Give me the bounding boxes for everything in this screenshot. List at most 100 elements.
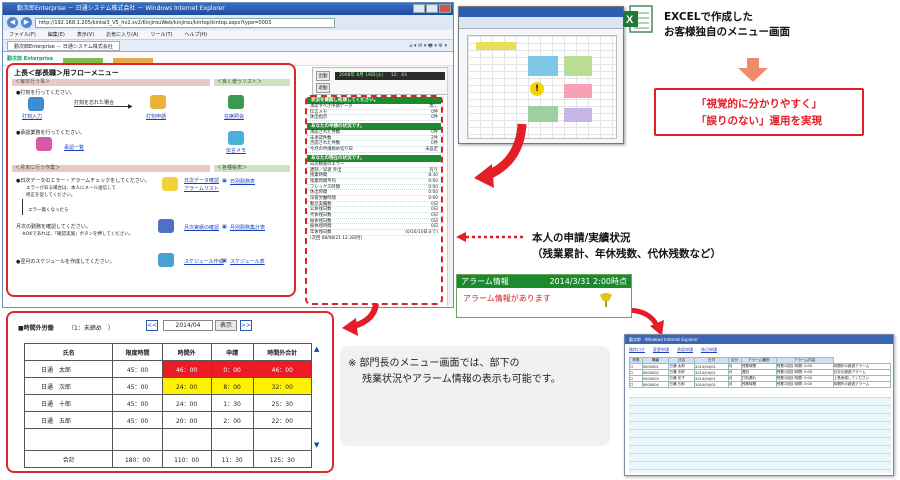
overtime-cell: 45：00	[112, 377, 163, 395]
daily-band: ＜毎日行う事＞	[12, 79, 210, 86]
next-month-button[interactable]: >>	[240, 320, 252, 331]
excel-menu-block	[476, 42, 516, 50]
close-button[interactable]	[439, 4, 451, 13]
overtime-title: ■時間外労働	[18, 325, 54, 332]
prev-month-button[interactable]: <<	[146, 320, 158, 331]
curved-arrow-icon	[474, 123, 527, 188]
forward-icon[interactable]: ▶	[21, 17, 32, 28]
step2-link[interactable]: 承認一覧	[64, 144, 84, 151]
overtime-header-cell: 時間外合計	[252, 343, 313, 361]
excel-caption: EXCELで作成した お客様独自のメニュー画面	[664, 10, 844, 40]
mini-link[interactable]: 変更申請	[653, 347, 669, 353]
attendance-board-icon[interactable]	[228, 95, 244, 109]
month-field[interactable]: 2014/04	[163, 320, 213, 331]
toolbar-icons[interactable]: ⌂ ▾ ✉ ▾ 🖶 ▾ ⚙ ▾	[409, 40, 447, 52]
fav-memo[interactable]: 伝言メモ	[226, 147, 246, 154]
fav-monthly-report[interactable]: 月別勤務集計表	[230, 224, 265, 231]
browser-tab[interactable]: 勤次郎Enterprise － 日通システム株式会社	[7, 41, 120, 51]
maximize-button[interactable]	[426, 4, 438, 13]
benefit-line2: 「誤りのない」運用を実現	[696, 115, 822, 127]
clock-request-icon[interactable]	[150, 95, 166, 109]
overtime-total-row: 合計 180：00 110：00 11：30 125：30	[23, 450, 313, 468]
excel-menu-block	[564, 84, 592, 98]
mini-link[interactable]: 承認申請	[677, 347, 693, 353]
overtime-total-cell: 11：30	[210, 450, 254, 468]
excel-menu-block	[564, 108, 592, 122]
status-header-3: あなたの現在の状況です。	[307, 154, 441, 162]
overtime-cell: 0：00	[210, 360, 254, 378]
menu-favorites[interactable]: お気に入り(A)	[106, 30, 138, 39]
dept-note-line2: 残業状況やアラーム情報の表示も可能です。	[362, 374, 561, 385]
status-row-value: (0/16/10日まで)	[405, 230, 438, 236]
alarm-message[interactable]: アラーム情報があります	[463, 294, 551, 303]
memo-icon[interactable]	[228, 131, 244, 145]
menu-help[interactable]: ヘルプ(H)	[184, 30, 207, 39]
alarm-bell-icon[interactable]	[597, 291, 615, 309]
fav-daily-report[interactable]: 日別勤務表	[230, 178, 255, 185]
approval-icon[interactable]	[36, 137, 52, 151]
monthly-band: ＜月末に行う作業＞	[12, 165, 210, 172]
step4-text: 月次の勤務を確認してください。	[16, 224, 91, 230]
overtime-cell: 8：00	[210, 377, 254, 395]
step1-text: ●打刻を行ってください。	[16, 90, 75, 96]
overtime-row: 日通 太郎 45：00 46：00 0：00 46：00	[23, 360, 313, 378]
mini-table: 状態 職番 氏名 日付 区分 アラーム種別 アラーム内容 ☐ 0000001 日通 太郎 2014…	[629, 357, 891, 388]
step3-link2[interactable]: アラームリスト	[184, 185, 219, 192]
mini-row-checkbox[interactable]: ☐	[629, 381, 643, 388]
scrollbar[interactable]	[447, 66, 453, 306]
alarm-datetime: 2014/3/31 2:00時点	[549, 277, 627, 286]
step2-text: ●承認業務を行ってください。	[16, 130, 85, 136]
favorites-band: ＜良く使うリスト＞	[214, 79, 290, 86]
menu-tools[interactable]: ツール(T)	[151, 30, 173, 39]
step3-sub2: 修正を促してください。	[26, 193, 76, 198]
schedule-icon[interactable]	[158, 253, 174, 267]
step4-link[interactable]: 月次実績の確認	[184, 224, 219, 231]
menu-file[interactable]: ファイル(F)	[9, 30, 36, 39]
status-row-label: 振休残時間	[310, 224, 332, 230]
status-row: 休出指示 0件	[307, 115, 441, 122]
status-row-value: 0件	[430, 109, 438, 115]
clock-in-icon[interactable]	[28, 97, 44, 111]
status-row-value: 0日	[430, 224, 438, 230]
scroll-up-icon[interactable]: ▲	[314, 345, 319, 353]
mini-row[interactable]: ☐ 0000004 日通 五郎 2014/04/01 月残業時間 残業1回目 時間: 0:…	[629, 381, 891, 388]
step5-link[interactable]: スケジュール作成	[184, 258, 224, 265]
step1-note: 打刻を忘れた場合	[74, 100, 115, 106]
clock-in-button[interactable]: 出勤	[316, 71, 330, 81]
mini-link[interactable]: 休日申請	[701, 347, 717, 353]
overtime-row: 日通 十郎 45：00 24：00 1：30 25：30	[23, 394, 313, 412]
scroll-down-icon[interactable]: ▼	[314, 441, 319, 449]
status-header-1: 状況を確認し処理してください。	[307, 97, 441, 104]
step1-link2[interactable]: 打刻申請	[146, 113, 166, 120]
department-note: ※ 部門長のメニュー画面では、部下の 残業状況やアラーム情報の表示も可能です。	[340, 346, 610, 446]
minimize-button[interactable]	[413, 4, 425, 13]
flow-arrow-head: ▶	[128, 103, 133, 110]
menu-edit[interactable]: 編集(E)	[48, 30, 65, 39]
monthly-check-icon[interactable]	[158, 219, 174, 233]
overtime-header-cell: 限度時間	[112, 343, 163, 361]
status-note-line2: （残業累計、年休残数、代休残数など）	[532, 248, 721, 260]
step3-link[interactable]: 日次データ確認	[184, 177, 219, 184]
overtime-empty-cell	[161, 428, 212, 451]
fav-attendance[interactable]: 在席照会	[224, 113, 244, 120]
status-row-label: 承認すべき申請データ	[310, 104, 353, 109]
clock-out-button[interactable]: 退勤	[316, 83, 330, 93]
overtime-empty-cell	[210, 428, 254, 451]
overtime-header-row: 氏名 限度時間 時間外 申請 時間外合計	[23, 343, 313, 361]
status-row-value: 0日	[430, 207, 438, 213]
status-row-label: 公休残日数	[310, 207, 332, 213]
mini-cell: 月	[727, 381, 742, 388]
status-row-label: 残業時間	[310, 173, 328, 179]
mini-table-body: ☐ 0000001 日通 太郎 2014/04/01 月残業時間 残業1回目 時間: 0:…	[629, 363, 891, 388]
alert-icon: !	[530, 82, 544, 96]
fav-schedule[interactable]: スケジュール表	[230, 258, 265, 265]
menu-view[interactable]: 表示(V)	[77, 30, 94, 39]
status-group-3: 日次精査のエラー 遅刻／早退 外出 有り 残業時間 8:30 残業時間平均 0:00 フレック…	[307, 162, 441, 236]
url-field[interactable]: http://192.168.1.205/kintai3_V5_hv2.sv2/…	[35, 17, 335, 28]
window-titlebar: 勤次郎Enterprise － 日通システム株式会社 － Windows Int…	[3, 3, 453, 15]
mini-link[interactable]: 操作ログ	[629, 347, 645, 353]
step1-link[interactable]: 打刻入力	[22, 113, 42, 120]
back-icon[interactable]: ◀	[7, 17, 18, 28]
daily-check-icon[interactable]	[162, 177, 178, 191]
show-button[interactable]: 表示	[215, 320, 237, 331]
